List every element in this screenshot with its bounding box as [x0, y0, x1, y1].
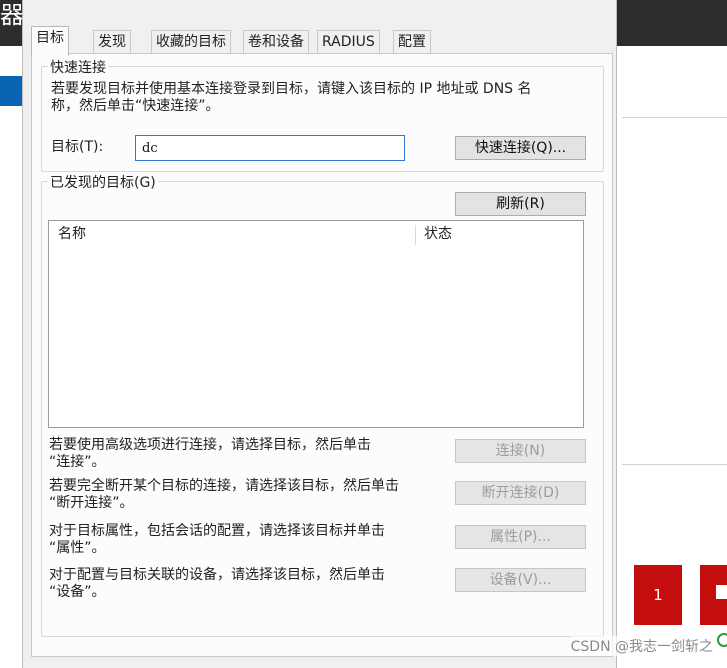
background-titlebar-right: [616, 0, 727, 46]
quick-connect-description: 若要发现目标并使用基本连接登录到目标，请键入该目标的 IP 地址或 DNS 名 …: [51, 81, 601, 115]
tab-targets[interactable]: 目标: [31, 26, 69, 56]
targets-list[interactable]: 名称 状态: [48, 220, 584, 428]
background-divider: [622, 117, 727, 118]
devices-instructions: 对于配置与目标关联的设备，请选择该目标，然后单击 “设备”。: [49, 567, 449, 601]
refresh-button[interactable]: 刷新(R): [455, 192, 586, 216]
devices-button[interactable]: 设备(V)...: [455, 568, 586, 592]
instruction-line: 对于目标属性，包括会话的配置，请选择该目标并单击: [49, 523, 385, 539]
background-tile[interactable]: 1: [634, 565, 682, 625]
tab-discovery[interactable]: 发现: [93, 30, 131, 54]
connect-instructions: 若要使用高级选项进行连接，请选择目标，然后单击 “连接”。: [49, 437, 449, 471]
instruction-line: 若要完全断开某个目标的连接，请选择该目标，然后单击: [49, 478, 399, 494]
watermark: CSDN @我志一剑斩之: [570, 636, 713, 656]
properties-button[interactable]: 属性(P)...: [455, 525, 586, 549]
tile-number: 1: [653, 586, 663, 604]
target-input[interactable]: [135, 135, 405, 161]
description-line: 称，然后单击“快速连接”。: [51, 98, 220, 114]
target-label: 目标(T):: [51, 139, 104, 155]
background-selected-strip: [0, 76, 22, 106]
properties-instructions: 对于目标属性，包括会话的配置，请选择该目标并单击 “属性”。: [49, 523, 449, 557]
connect-button[interactable]: 连接(N): [455, 439, 586, 463]
instruction-line: “设备”。: [49, 584, 106, 600]
tab-configuration[interactable]: 配置: [393, 30, 431, 54]
quick-connect-title: 快速连接: [48, 57, 108, 77]
tab-radius[interactable]: RADIUS: [317, 30, 380, 54]
tab-favorite-targets[interactable]: 收藏的目标: [151, 30, 231, 54]
discovered-targets-group: 已发现的目标(G) 刷新(R) 名称 状态 若要使用高级选项进行连接，请选择目标…: [41, 172, 604, 637]
check-circle-icon: [717, 633, 727, 647]
background-title-fragment: 器: [0, 1, 22, 29]
discovered-targets-title: 已发现的目标(G): [48, 172, 158, 192]
column-header-status[interactable]: 状态: [424, 221, 574, 247]
tab-volumes-devices[interactable]: 卷和设备: [243, 30, 309, 54]
instruction-line: “属性”。: [49, 540, 106, 556]
background-divider: [622, 464, 727, 465]
tab-panel-targets: 快速连接 若要发现目标并使用基本连接登录到目标，请键入该目标的 IP 地址或 D…: [31, 53, 613, 657]
tile-glyph-icon: [716, 585, 727, 599]
quick-connect-group: 快速连接 若要发现目标并使用基本连接登录到目标，请键入该目标的 IP 地址或 D…: [41, 57, 604, 172]
quick-connect-button[interactable]: 快速连接(Q)...: [455, 136, 586, 160]
instruction-line: 对于配置与目标关联的设备，请选择该目标，然后单击: [49, 567, 385, 583]
instruction-line: “连接”。: [49, 454, 106, 470]
description-line: 若要发现目标并使用基本连接登录到目标，请键入该目标的 IP 地址或 DNS 名: [51, 81, 532, 97]
column-divider[interactable]: [415, 225, 416, 245]
instruction-line: 若要使用高级选项进行连接，请选择目标，然后单击: [49, 437, 371, 453]
disconnect-instructions: 若要完全断开某个目标的连接，请选择该目标，然后单击 “断开连接”。: [49, 478, 449, 512]
column-header-name[interactable]: 名称: [58, 221, 413, 247]
disconnect-button[interactable]: 断开连接(D): [455, 481, 586, 505]
instruction-line: “断开连接”。: [49, 495, 134, 511]
iscsi-initiator-dialog: 目标 发现 收藏的目标 卷和设备 RADIUS 配置 快速连接 若要发现目标并使…: [22, 0, 617, 668]
